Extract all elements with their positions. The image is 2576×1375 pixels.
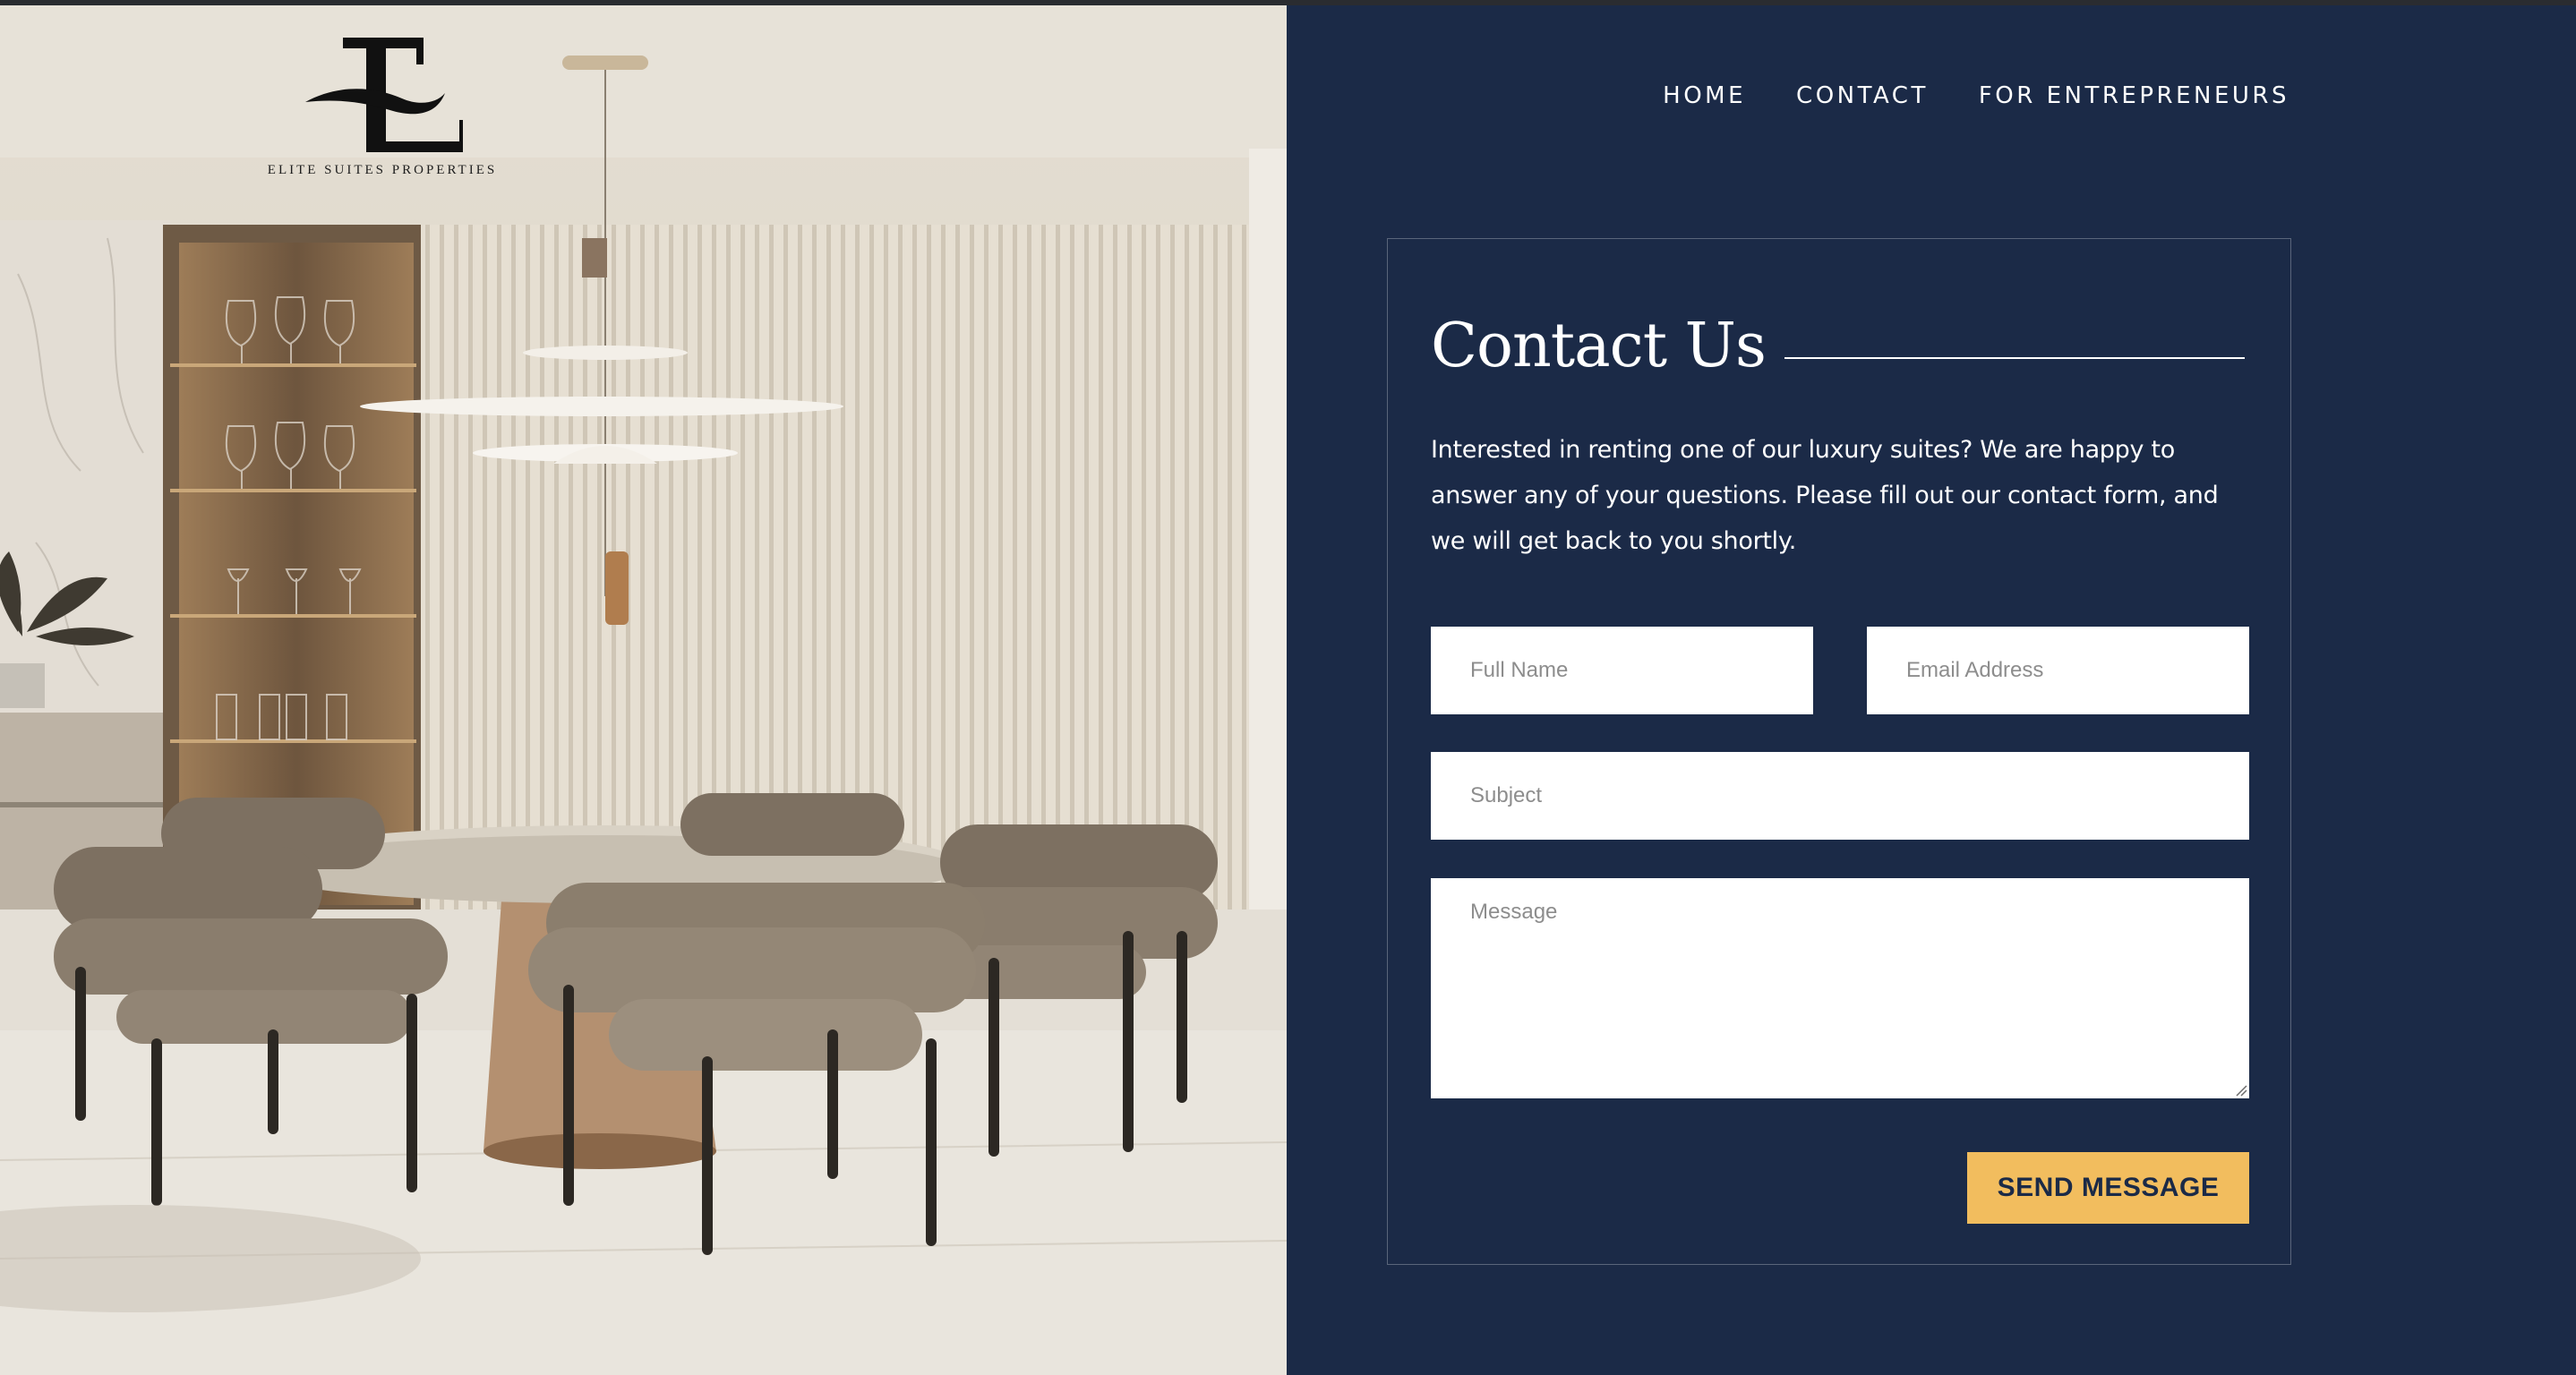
subject-input[interactable] [1431, 752, 2249, 840]
resize-grip-icon[interactable] [2235, 1084, 2247, 1097]
contact-intro-text: Interested in renting one of our luxury … [1431, 436, 2219, 555]
full-name-input[interactable] [1431, 627, 1813, 714]
nav-link-for-entrepreneurs[interactable]: FOR ENTREPRENEURS [1979, 82, 2289, 109]
message-textarea[interactable] [1431, 878, 2249, 1098]
contact-title: Contact Us [1431, 311, 1767, 381]
hero-interior-image: ELITE SUITES PROPERTIES [0, 5, 1287, 1375]
stylized-e-logo-icon [305, 38, 463, 152]
site-logo[interactable]: ELITE SUITES PROPERTIES [252, 34, 512, 178]
main-nav: HOME CONTACT FOR ENTREPRENEURS [1663, 82, 2289, 109]
page: ELITE SUITES PROPERTIES HOME CONTACT FOR… [0, 5, 2576, 1375]
title-divider [1784, 357, 2245, 359]
nav-link-contact[interactable]: CONTACT [1796, 82, 1929, 109]
send-message-button[interactable]: SEND MESSAGE [1967, 1152, 2249, 1224]
logo-wordmark: ELITE SUITES PROPERTIES [267, 163, 498, 177]
dining-room-illustration [0, 5, 1287, 1375]
contact-panel: HOME CONTACT FOR ENTREPRENEURS Contact U… [1287, 5, 2576, 1375]
email-address-input[interactable] [1867, 627, 2249, 714]
contact-form-card: Contact Us Interested in renting one of … [1387, 238, 2291, 1265]
nav-link-home[interactable]: HOME [1663, 82, 1746, 109]
